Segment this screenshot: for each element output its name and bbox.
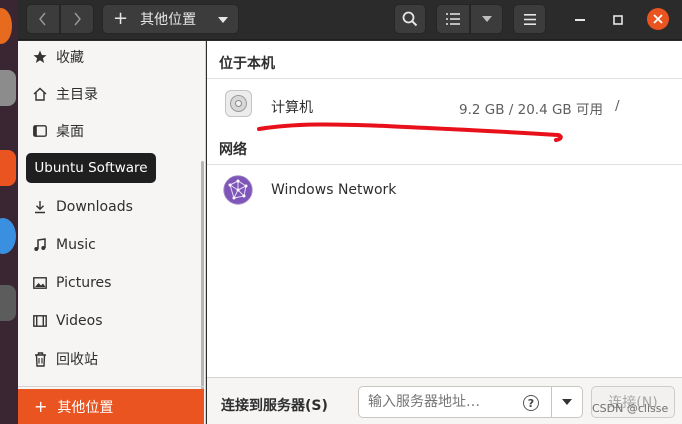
home-icon: [32, 86, 48, 102]
menu-button[interactable]: [513, 4, 546, 34]
sidebar-item-videos[interactable]: Videos: [18, 305, 204, 337]
sidebar-item-pictures[interactable]: Pictures: [18, 267, 204, 299]
drive-icon: [225, 90, 252, 117]
sidebar-item-trash[interactable]: 回收站: [18, 343, 204, 375]
sidebar-item-other-locations[interactable]: + 其他位置: [18, 389, 204, 424]
sidebar-item-label: Videos: [56, 313, 103, 329]
other-locations-view: 位于本机 计算机 9.2 GB / 20.4 GB 可用 / 网络 Window…: [207, 41, 682, 377]
trash-icon: [32, 351, 48, 367]
sidebar-item-music[interactable]: Music: [18, 229, 204, 261]
chevron-left-icon: [39, 12, 46, 26]
sidebar-item-label: 回收站: [56, 352, 98, 368]
minimize-button[interactable]: [570, 10, 590, 30]
sidebar-item-label: 主目录: [56, 87, 98, 103]
watermark: CSDN @clisse: [592, 402, 669, 415]
sidebar-item-starred[interactable]: 收藏: [18, 41, 204, 73]
back-button[interactable]: [26, 4, 60, 34]
hamburger-icon: [523, 13, 536, 25]
windows-network-row[interactable]: Windows Network: [207, 165, 682, 215]
sidebar-item-label: 收藏: [56, 50, 84, 66]
sidebar-item-home[interactable]: 主目录: [18, 78, 204, 110]
section-header-on-this-computer: 位于本机: [219, 56, 275, 72]
sidebar-item-downloads[interactable]: Downloads: [18, 191, 204, 223]
header-bar: + 其他位置: [18, 0, 682, 40]
maximize-icon: [613, 15, 623, 25]
computer-mount-point: /: [615, 98, 620, 114]
caret-down-icon: [562, 399, 572, 405]
sidebar-scrollbar[interactable]: [201, 161, 204, 391]
sidebar-item-label: 桌面: [56, 124, 84, 140]
dock: [0, 0, 18, 424]
sidebar: 收藏 主目录 桌面 视频 Downloads Music Pictures Vi…: [18, 41, 206, 424]
chevron-right-icon: [74, 12, 81, 26]
list-view-button[interactable]: [436, 4, 470, 34]
dock-app-help[interactable]: [0, 218, 16, 254]
sidebar-divider: [18, 386, 204, 387]
sidebar-item-label: Downloads: [56, 199, 133, 215]
desktop-icon: [32, 123, 48, 139]
view-options-button[interactable]: [470, 4, 503, 34]
dock-app-software[interactable]: [0, 150, 16, 186]
forward-button[interactable]: [60, 4, 94, 34]
plus-icon: +: [34, 397, 48, 416]
maximize-button[interactable]: [608, 10, 628, 30]
close-icon: [653, 14, 663, 24]
sidebar-item-label: Music: [56, 237, 96, 253]
computer-name: 计算机: [271, 100, 313, 116]
red-underline-annotation: [257, 122, 563, 142]
star-icon: [32, 49, 48, 65]
dock-app-misc[interactable]: [0, 285, 16, 321]
dock-app-firefox[interactable]: [0, 8, 12, 44]
windows-network-label: Windows Network: [271, 182, 397, 198]
minimize-icon: [575, 19, 585, 21]
search-icon: [402, 11, 418, 27]
connect-to-server-label: 连接到服务器(S): [221, 398, 328, 414]
section-header-networks: 网络: [219, 142, 247, 158]
sidebar-item-label: 其他位置: [57, 399, 114, 416]
network-globe-icon: [223, 175, 253, 205]
tooltip: Ubuntu Software: [26, 153, 156, 183]
music-icon: [32, 237, 48, 253]
location-button[interactable]: + 其他位置: [102, 4, 239, 34]
help-icon[interactable]: ?: [523, 395, 539, 411]
caret-down-icon: [481, 16, 492, 22]
location-label: 其他位置: [140, 12, 197, 28]
list-icon: [446, 13, 460, 25]
download-icon: [32, 199, 48, 215]
connect-to-server-bar: 连接到服务器(S) ? 连接(N): [207, 377, 682, 424]
dock-app-files[interactable]: [0, 70, 16, 106]
server-history-dropdown[interactable]: [552, 386, 583, 418]
search-button[interactable]: [394, 4, 426, 34]
sidebar-item-desktop[interactable]: 桌面: [18, 115, 204, 147]
close-button[interactable]: [647, 8, 669, 30]
picture-icon: [32, 275, 48, 291]
caret-down-icon: [218, 17, 228, 23]
film-icon: [32, 313, 48, 329]
plus-icon: +: [113, 8, 129, 29]
computer-usage: 9.2 GB / 20.4 GB 可用: [459, 102, 603, 118]
sidebar-item-label: Pictures: [56, 275, 112, 291]
